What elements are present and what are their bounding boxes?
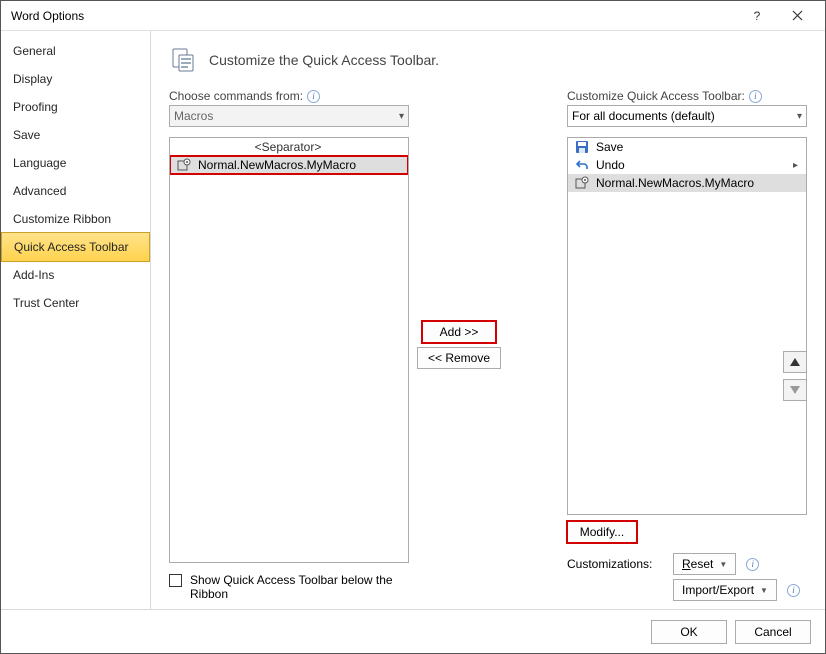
customize-qat-label: Customize Quick Access Toolbar: <box>567 89 745 103</box>
titlebar: Word Options ? <box>1 1 825 31</box>
qat-item-undo[interactable]: Undo ▸ <box>568 156 806 174</box>
customize-qat-combo[interactable]: For all documents (default) ▾ <box>567 105 807 127</box>
macro-icon <box>574 176 590 190</box>
main-heading: Customize the Quick Access Toolbar. <box>209 52 439 68</box>
main-header: Customize the Quick Access Toolbar. <box>169 45 807 75</box>
chevron-down-icon: ▼ <box>719 560 727 569</box>
choose-commands-label: Choose commands from: <box>169 89 303 103</box>
remove-button[interactable]: << Remove <box>417 347 501 369</box>
sidebar-item-customize-ribbon[interactable]: Customize Ribbon <box>1 205 150 233</box>
qat-header-icon <box>169 45 199 75</box>
macro-icon <box>176 158 192 172</box>
columns: Choose commands from: i Macros ▾ <Separa… <box>169 89 807 601</box>
info-icon[interactable]: i <box>787 584 800 597</box>
command-item-macro[interactable]: Normal.NewMacros.MyMacro <box>170 156 408 174</box>
sidebar-item-add-ins[interactable]: Add-Ins <box>1 261 150 289</box>
chevron-down-icon: ▾ <box>399 111 404 122</box>
main-panel: Customize the Quick Access Toolbar. Choo… <box>151 31 825 609</box>
middle-column: Add >> << Remove <box>419 89 499 601</box>
reorder-buttons <box>783 351 807 401</box>
word-options-dialog: Word Options ? General Display Proofing … <box>0 0 826 654</box>
info-icon[interactable]: i <box>307 90 320 103</box>
help-button[interactable]: ? <box>737 2 777 30</box>
sidebar-item-trust-center[interactable]: Trust Center <box>1 289 150 317</box>
close-button[interactable] <box>777 2 817 30</box>
qat-item-label: Save <box>596 140 623 154</box>
customizations-label: Customizations: <box>567 557 663 571</box>
import-export-dropdown[interactable]: Import/Export ▼ <box>673 579 777 601</box>
left-column: Choose commands from: i Macros ▾ <Separa… <box>169 89 409 601</box>
sidebar-item-language[interactable]: Language <box>1 149 150 177</box>
modify-button[interactable]: Modify... <box>567 521 637 543</box>
info-icon[interactable]: i <box>746 558 759 571</box>
right-column: Customize Quick Access Toolbar: i For al… <box>567 89 807 601</box>
show-below-ribbon-label: Show Quick Access Toolbar below the Ribb… <box>190 573 399 601</box>
reset-dropdown[interactable]: Reset ▼ <box>673 553 736 575</box>
show-below-ribbon-checkbox[interactable] <box>169 574 182 587</box>
qat-item-macro[interactable]: Normal.NewMacros.MyMacro <box>568 174 806 192</box>
separator-item[interactable]: <Separator> <box>170 138 408 156</box>
sidebar-item-quick-access-toolbar[interactable]: Quick Access Toolbar <box>1 232 150 262</box>
chevron-right-icon: ▸ <box>793 160 798 171</box>
chevron-down-icon: ▼ <box>760 586 768 595</box>
qat-item-label: Undo <box>596 158 625 172</box>
customize-qat-value: For all documents (default) <box>572 109 715 123</box>
window-title: Word Options <box>11 9 737 23</box>
qat-listbox[interactable]: Save Undo ▸ <box>567 137 807 515</box>
down-arrow-icon <box>790 386 800 394</box>
cancel-button[interactable]: Cancel <box>735 620 811 644</box>
qat-item-save[interactable]: Save <box>568 138 806 156</box>
undo-icon <box>574 158 590 172</box>
ok-button[interactable]: OK <box>651 620 727 644</box>
choose-commands-combo[interactable]: Macros ▾ <box>169 105 409 127</box>
dialog-footer: OK Cancel <box>1 609 825 653</box>
commands-listbox[interactable]: <Separator> Normal.NewMacros.MyMacro <box>169 137 409 563</box>
qat-item-label: Normal.NewMacros.MyMacro <box>596 176 754 190</box>
up-arrow-icon <box>790 358 800 366</box>
show-below-ribbon-row: Show Quick Access Toolbar below the Ribb… <box>169 573 399 601</box>
sidebar-item-save[interactable]: Save <box>1 121 150 149</box>
sidebar: General Display Proofing Save Language A… <box>1 31 151 609</box>
save-icon <box>574 140 590 154</box>
command-item-label: Normal.NewMacros.MyMacro <box>198 158 356 172</box>
sidebar-item-general[interactable]: General <box>1 37 150 65</box>
add-button[interactable]: Add >> <box>422 321 496 343</box>
sidebar-item-proofing[interactable]: Proofing <box>1 93 150 121</box>
chevron-down-icon: ▾ <box>797 111 802 122</box>
import-export-label: Import/Export <box>682 583 754 597</box>
info-icon[interactable]: i <box>749 90 762 103</box>
close-icon <box>792 10 803 21</box>
move-down-button[interactable] <box>783 379 807 401</box>
dialog-body: General Display Proofing Save Language A… <box>1 31 825 609</box>
choose-commands-value: Macros <box>174 109 213 123</box>
sidebar-item-advanced[interactable]: Advanced <box>1 177 150 205</box>
sidebar-item-display[interactable]: Display <box>1 65 150 93</box>
move-up-button[interactable] <box>783 351 807 373</box>
reset-label: Reset <box>682 557 713 571</box>
